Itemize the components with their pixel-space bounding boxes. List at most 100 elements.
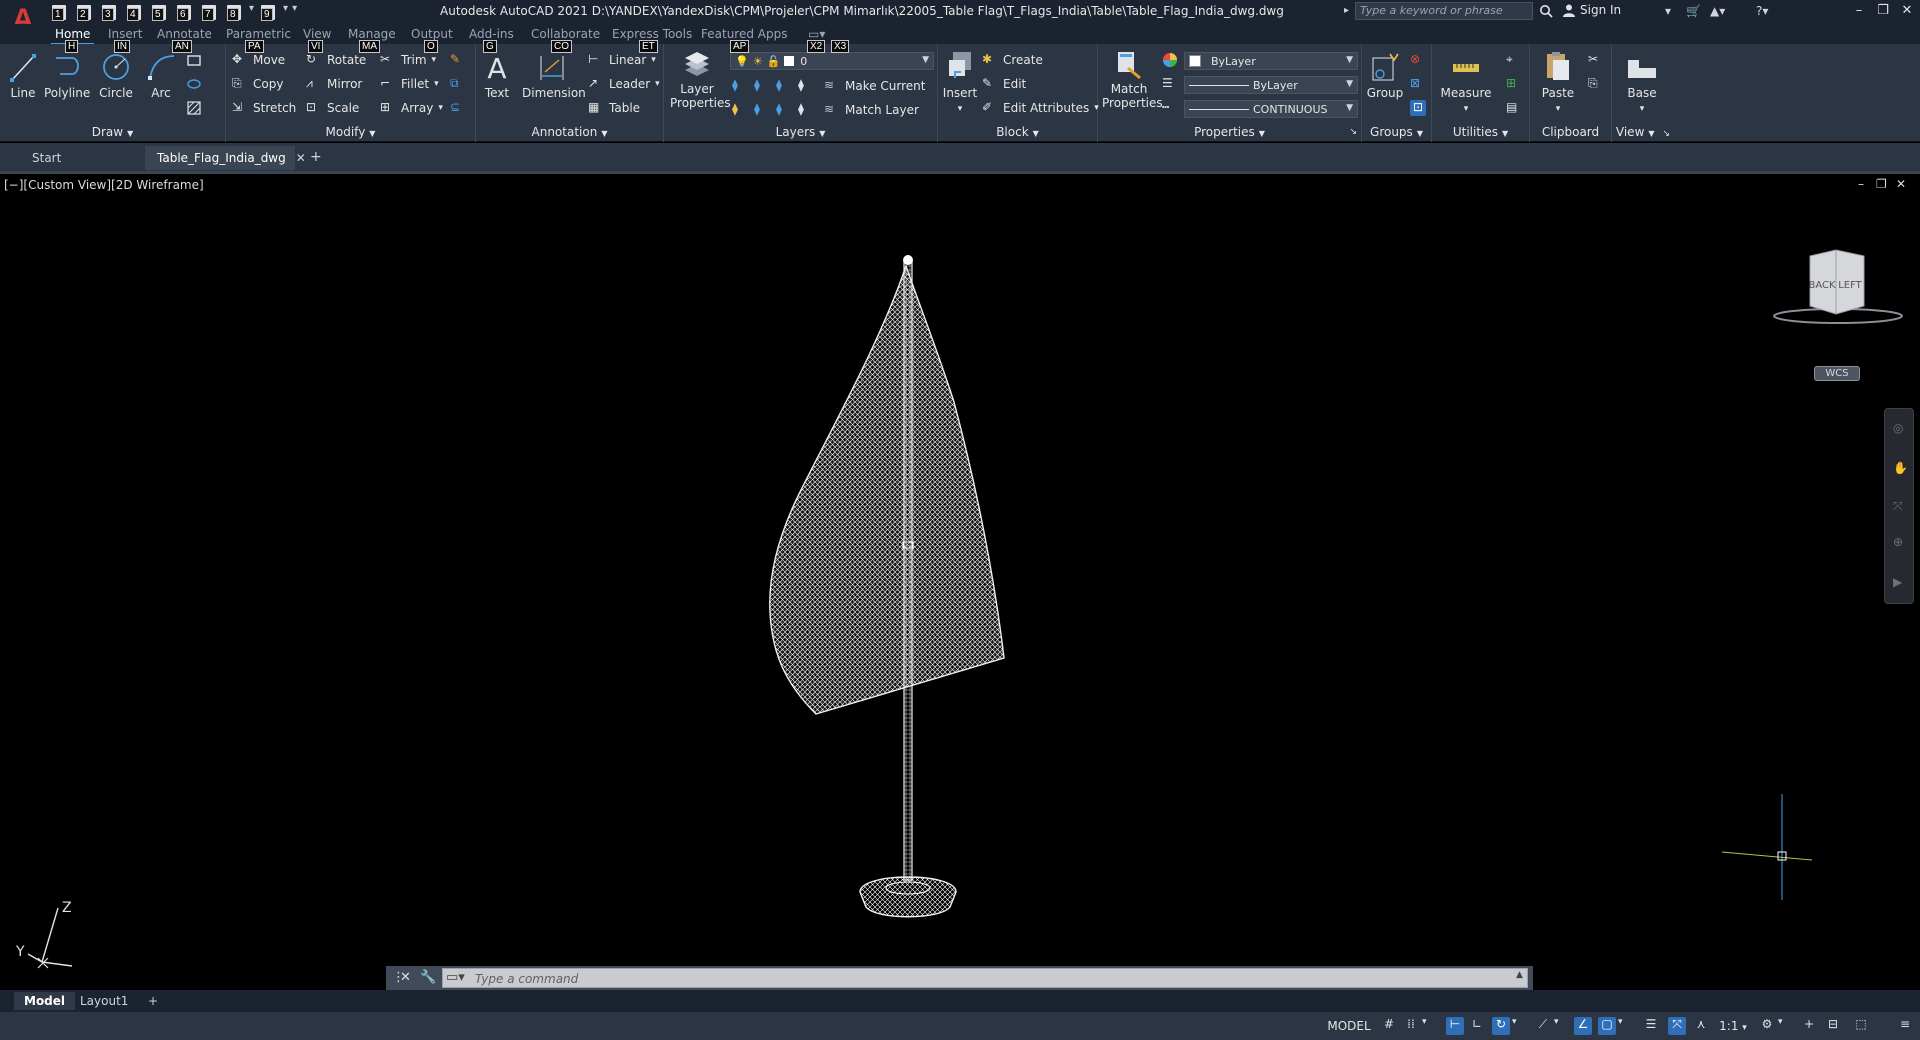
quick-select-icon[interactable]: ⊞ (1506, 76, 1522, 92)
match-layer-button[interactable]: ≋ Match Layer (824, 100, 919, 120)
leader-button[interactable]: ↗ Leader ▾ (588, 74, 660, 94)
new-layout-plus-icon[interactable]: + (138, 992, 168, 1010)
qat-customize-icon[interactable]: ▾ (283, 3, 288, 21)
fillet-button[interactable]: ⌐ Fillet ▾ (380, 74, 439, 94)
view-launcher-icon[interactable]: ↘ (1663, 129, 1671, 139)
make-current-button[interactable]: ≋ Make Current (824, 76, 926, 96)
pan-icon[interactable]: ✋ (1893, 461, 1908, 475)
line-button[interactable]: Line (8, 50, 38, 100)
customization-menu-icon[interactable]: ≡ (1896, 1017, 1914, 1035)
annotation-monitor-icon[interactable]: + (1800, 1017, 1818, 1035)
color-dropdown[interactable]: ByLayer ▼ (1184, 52, 1358, 70)
text-button[interactable]: A Text (482, 50, 512, 100)
help-icon[interactable]: ?▾ (1756, 4, 1768, 18)
units-icon[interactable]: ⊟ (1824, 1017, 1842, 1035)
rotate-button[interactable]: ↻ Rotate (306, 50, 366, 70)
arc-button[interactable]: Arc (144, 50, 178, 100)
qat-share-button[interactable]: 9 (257, 3, 279, 21)
workspace-gear-icon[interactable]: ⚙ (1758, 1017, 1776, 1035)
autodesk-app-icon[interactable]: ▲▾ (1710, 4, 1725, 18)
panel-modify-label[interactable]: Modify ▼ (226, 124, 475, 140)
polyline-button[interactable]: Polyline (44, 50, 90, 100)
annotation-scale-button[interactable]: 1:1 ▾ (1716, 1017, 1750, 1035)
tab-annotate[interactable]: Annotate (157, 27, 212, 41)
layer-dropdown[interactable]: 💡 ☀ 🔓 0 ▼ (730, 52, 934, 70)
qat-web-button[interactable]: 5 (148, 3, 170, 21)
isodraft-icon[interactable]: ⟋ (1534, 1017, 1552, 1035)
table-button[interactable]: ▦ Table (588, 98, 640, 118)
layer-merge-icon[interactable]: ⧫ (776, 102, 792, 118)
measure-dropdown-icon[interactable]: ▾ (1464, 104, 1469, 114)
layer-properties-button[interactable]: Layer Properties (670, 50, 731, 110)
ortho-icon[interactable]: ∟ (1468, 1017, 1486, 1035)
workspace-dropdown-icon[interactable]: ▾ (1778, 1017, 1796, 1035)
close-button[interactable]: ✕ (1896, 2, 1918, 20)
grid-icon[interactable]: # (1380, 1017, 1398, 1035)
circle-button[interactable]: Circle (98, 50, 134, 100)
qat-new-button[interactable]: 1 (48, 3, 70, 21)
move-button[interactable]: ✥ Move (232, 50, 285, 70)
file-tab-drawing[interactable]: Table_Flag_India_dwg ✕ (145, 146, 306, 170)
command-history-icon[interactable]: ▲ (1516, 970, 1523, 980)
minimize-button[interactable]: – (1848, 2, 1870, 20)
offset-icon[interactable]: ⊆ (450, 100, 466, 116)
qat-redo-button[interactable]: 8 (223, 3, 245, 21)
object-snap-icon[interactable]: ▢ (1598, 1017, 1616, 1035)
command-customize-icon[interactable]: 🔧 (420, 970, 436, 985)
layer-isolate-icon[interactable]: ⧫ (732, 78, 748, 94)
insert-button[interactable]: Insert ▾ (942, 50, 978, 116)
paste-dropdown-icon[interactable]: ▾ (1556, 104, 1561, 114)
steering-wheel-icon[interactable]: ◎ (1893, 421, 1903, 435)
measure-button[interactable]: Measure ▾ (1438, 50, 1494, 116)
array-dropdown-icon[interactable]: ▾ (438, 103, 443, 113)
object-snap-dropdown-icon[interactable]: ▾ (1618, 1017, 1636, 1035)
wcs-menu-button[interactable]: WCS (1814, 366, 1860, 381)
tab-parametric[interactable]: Parametric (226, 27, 291, 41)
qat-undo-button[interactable]: 7 (198, 3, 220, 21)
explode-icon[interactable]: ⧉ (450, 76, 466, 92)
panel-block-label[interactable]: Block ▼ (938, 124, 1097, 140)
viewport-controls-label[interactable]: [−][Custom View][2D Wireframe] (4, 178, 204, 192)
properties-launcher-icon[interactable]: ↘ (1349, 124, 1357, 140)
new-tab-plus-icon[interactable]: + (310, 149, 322, 165)
command-close-icon[interactable]: ✕ (400, 970, 411, 985)
panel-groups-label[interactable]: Groups ▼ (1362, 124, 1431, 140)
cart-icon[interactable]: 🛒 (1686, 4, 1701, 18)
layout-tab-layout1[interactable]: Layout1 (70, 992, 138, 1010)
erase-icon[interactable]: ✎ (450, 52, 466, 68)
viewport-minimize-icon[interactable]: – (1858, 177, 1864, 191)
model-space-button[interactable]: MODEL (1326, 1017, 1372, 1035)
ungroup-icon[interactable]: ⊗ (1410, 52, 1426, 68)
paste-button[interactable]: Paste ▾ (1536, 50, 1580, 116)
dimension-button[interactable]: Dimension (522, 50, 586, 100)
layer-off-icon[interactable]: ⧫ (754, 78, 770, 94)
drawing-viewport[interactable]: [−][Custom View][2D Wireframe] – ❐ ✕ BAC… (0, 174, 1920, 992)
color-wheel-icon[interactable] (1162, 52, 1178, 68)
signin-caret-icon[interactable]: ▾ (1665, 4, 1671, 18)
lineweight-icon[interactable]: ☰ (1162, 76, 1178, 92)
tab-home[interactable]: Home (50, 27, 95, 45)
lineweight-dropdown[interactable]: ByLayer ▼ (1184, 76, 1358, 94)
layer-walk-icon[interactable]: ⧫ (754, 102, 770, 118)
panel-layers-label[interactable]: Layers ▼ (664, 124, 937, 140)
viewcube[interactable]: BACK LEFT (1760, 246, 1910, 336)
mirror-button[interactable]: ⩘ Mirror (306, 74, 362, 94)
tab-express-tools[interactable]: Express Tools (612, 27, 692, 41)
trim-button[interactable]: ✂ Trim ▾ (380, 50, 436, 70)
group-button[interactable]: Group (1366, 50, 1404, 100)
layer-lock-icon[interactable]: ⧫ (798, 78, 814, 94)
snap-icon[interactable]: ⁞⁞ (1402, 1017, 1420, 1035)
layout-tab-model[interactable]: Model (14, 992, 76, 1010)
scale-button[interactable]: ⊡ Scale (306, 98, 359, 118)
polar-tracking-icon[interactable]: ↻ (1492, 1017, 1510, 1035)
qat-plot-button[interactable]: 6 (173, 3, 195, 21)
tab-collaborate[interactable]: Collaborate (531, 27, 600, 41)
tab-view[interactable]: View (303, 27, 331, 41)
viewcube-left-label[interactable]: LEFT (1838, 280, 1862, 291)
ellipse-icon[interactable] (186, 76, 202, 92)
rectangle-icon[interactable] (186, 52, 202, 68)
group-edit-icon[interactable]: ⊠ (1410, 76, 1426, 92)
object-snap-tracking-icon[interactable]: ∠ (1574, 1017, 1592, 1035)
qat-caret-icon[interactable]: ▾ (249, 3, 254, 21)
table-flag-model[interactable] (740, 252, 1040, 932)
